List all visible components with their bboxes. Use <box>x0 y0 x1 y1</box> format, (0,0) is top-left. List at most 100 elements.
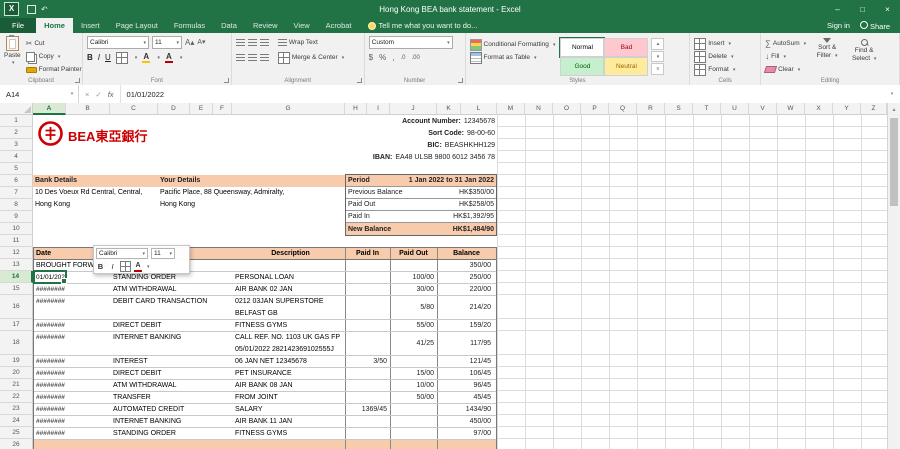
cell-style-bad[interactable]: Bad <box>604 38 649 57</box>
row-header-10[interactable]: 10 <box>0 223 33 235</box>
select-all-corner[interactable] <box>0 103 33 115</box>
cell-paid-out[interactable]: 10/00 <box>416 380 434 391</box>
cell-description[interactable]: AIR BANK 08 JAN <box>235 380 293 392</box>
cell-type[interactable]: DIRECT DEBIT <box>113 320 162 332</box>
tab-file[interactable]: File <box>0 18 37 33</box>
enter-icon[interactable]: ✓ <box>95 90 101 99</box>
mini-borders-icon[interactable] <box>120 261 131 272</box>
cell-date[interactable]: ######## <box>36 296 66 308</box>
formula-bar-expand-icon[interactable]: ▾ <box>884 91 900 97</box>
cell-date[interactable]: ######## <box>36 368 66 380</box>
undo-icon[interactable]: ↶ <box>41 5 48 14</box>
percent-style-icon[interactable]: % <box>379 53 386 62</box>
sort-filter-button[interactable]: Sort & Filter ▾ <box>811 36 843 75</box>
cell-paid-out[interactable]: 41/25 <box>416 332 434 355</box>
column-header-O[interactable]: O <box>553 103 581 115</box>
row-header-4[interactable]: 4 <box>0 151 33 163</box>
cell-paid-out[interactable]: 55/00 <box>416 320 434 331</box>
cell-description[interactable]: SALARY <box>235 404 263 416</box>
table-row[interactable]: ######## ATM WITHDRAWAL AIR BANK 08 JAN 10/… <box>34 380 496 392</box>
align-top-icon[interactable] <box>235 39 245 46</box>
cell-balance[interactable]: 97/00 <box>473 428 491 439</box>
column-header-K[interactable]: K <box>437 103 461 115</box>
autosum-button[interactable]: ∑ AutoSum ▾ <box>765 38 806 49</box>
row-header-11[interactable]: 11 <box>0 235 33 247</box>
align-center-icon[interactable] <box>247 54 257 61</box>
gallery-up-icon[interactable]: ▴ <box>651 38 665 50</box>
row-header-13[interactable]: 13 <box>0 259 33 271</box>
cell-description[interactable]: 0212 03JAN SUPERSTORE BELFAST GB <box>235 296 324 320</box>
cell-balance[interactable]: 450/00 <box>470 416 491 427</box>
row-header-17[interactable]: 17 <box>0 319 33 331</box>
tab-page-layout[interactable]: Page Layout <box>108 18 166 33</box>
cell-paid-out[interactable]: 15/00 <box>416 368 434 379</box>
cell-paid-out[interactable]: 5/80 <box>420 296 434 319</box>
mini-bold-button[interactable]: B <box>96 261 105 272</box>
row-header-5[interactable]: 5 <box>0 163 33 175</box>
cell-type[interactable]: DEBIT CARD TRANSACTION <box>113 296 207 308</box>
row-header-15[interactable]: 15 <box>0 283 33 295</box>
alignment-dialog-launcher[interactable] <box>356 78 362 83</box>
row-header-14[interactable]: 14 <box>0 271 33 283</box>
tab-review[interactable]: Review <box>245 18 286 33</box>
column-header-M[interactable]: M <box>497 103 525 115</box>
maximize-button[interactable]: □ <box>850 0 875 18</box>
column-header-L[interactable]: L <box>461 103 497 115</box>
font-dialog-launcher[interactable] <box>223 78 229 83</box>
name-box-dropdown-icon[interactable]: ▾ <box>66 85 79 103</box>
cell-type[interactable]: TRANSFER <box>113 392 151 404</box>
tab-home[interactable]: Home <box>36 18 73 33</box>
column-header-D[interactable]: D <box>158 103 190 115</box>
copy-button[interactable]: Copy ▾ <box>25 51 82 62</box>
cell-balance[interactable]: 214/20 <box>470 296 491 319</box>
cell-type[interactable]: INTEREST <box>113 356 148 368</box>
cell-date[interactable]: ######## <box>36 332 66 344</box>
tab-insert[interactable]: Insert <box>73 18 108 33</box>
number-format-combo[interactable]: Custom ▾ <box>368 36 453 49</box>
cell-description[interactable]: AIR BANK 02 JAN <box>235 284 293 296</box>
clear-button[interactable]: Clear ▾ <box>764 64 806 75</box>
share-button[interactable]: Share <box>859 20 890 31</box>
close-button[interactable]: × <box>875 0 900 18</box>
cell-balance[interactable]: 96/45 <box>473 380 491 391</box>
column-header-U[interactable]: U <box>721 103 749 115</box>
italic-button[interactable]: I <box>98 53 100 62</box>
align-right-icon[interactable] <box>259 54 269 61</box>
paste-button[interactable]: Paste ▾ <box>4 35 21 75</box>
column-header-E[interactable]: E <box>190 103 213 115</box>
row-header-26[interactable]: 26 <box>0 439 33 449</box>
underline-button[interactable]: U <box>105 53 111 62</box>
cell-type[interactable]: INTERNET BANKING <box>113 416 181 428</box>
gallery-more-icon[interactable]: ≡ <box>651 63 665 76</box>
minimize-button[interactable]: – <box>825 0 850 18</box>
accounting-format-icon[interactable]: $ <box>369 53 373 62</box>
fill-color-icon[interactable]: A <box>142 52 151 63</box>
column-header-S[interactable]: S <box>665 103 693 115</box>
column-header-X[interactable]: X <box>805 103 833 115</box>
tab-view[interactable]: View <box>286 18 318 33</box>
table-row[interactable]: ######## STANDING ORDER FITNESS GYMS 97/00 <box>34 428 496 440</box>
column-header-R[interactable]: R <box>637 103 665 115</box>
cell-description[interactable]: 06 JAN NET 12345678 <box>235 356 307 368</box>
row-header-7[interactable]: 7 <box>0 187 33 199</box>
cut-button[interactable]: ✂ Cut <box>26 38 82 49</box>
cell-date[interactable]: ######## <box>36 284 66 296</box>
cell-paid-in[interactable]: 3/50 <box>373 356 387 367</box>
column-header-P[interactable]: P <box>581 103 609 115</box>
row-header-20[interactable]: 20 <box>0 367 33 379</box>
sheet-area[interactable]: BEA東亞銀行 Account Number: 12345678 Sort Cod… <box>33 115 887 449</box>
name-box[interactable]: A14 <box>0 85 66 103</box>
merge-center-button[interactable]: Merge & Center ▾ <box>277 51 344 64</box>
cell-balance[interactable]: 45/45 <box>473 392 491 403</box>
mini-font-name-combo[interactable]: Calibri ▾ <box>96 248 148 259</box>
cell-description[interactable]: PET INSURANCE <box>235 368 292 380</box>
row-header-24[interactable]: 24 <box>0 415 33 427</box>
cell-paid-out[interactable]: 30/00 <box>416 284 434 295</box>
table-footer-bar[interactable] <box>34 440 496 449</box>
row-header-19[interactable]: 19 <box>0 355 33 367</box>
insert-cells-button[interactable]: Insert ▾ <box>694 37 735 50</box>
scrollbar-thumb[interactable] <box>890 118 898 206</box>
shrink-font-icon[interactable]: A▾ <box>197 39 205 46</box>
cell-type[interactable]: ATM WITHDRAWAL <box>113 380 177 392</box>
row-header-6[interactable]: 6 <box>0 175 33 187</box>
